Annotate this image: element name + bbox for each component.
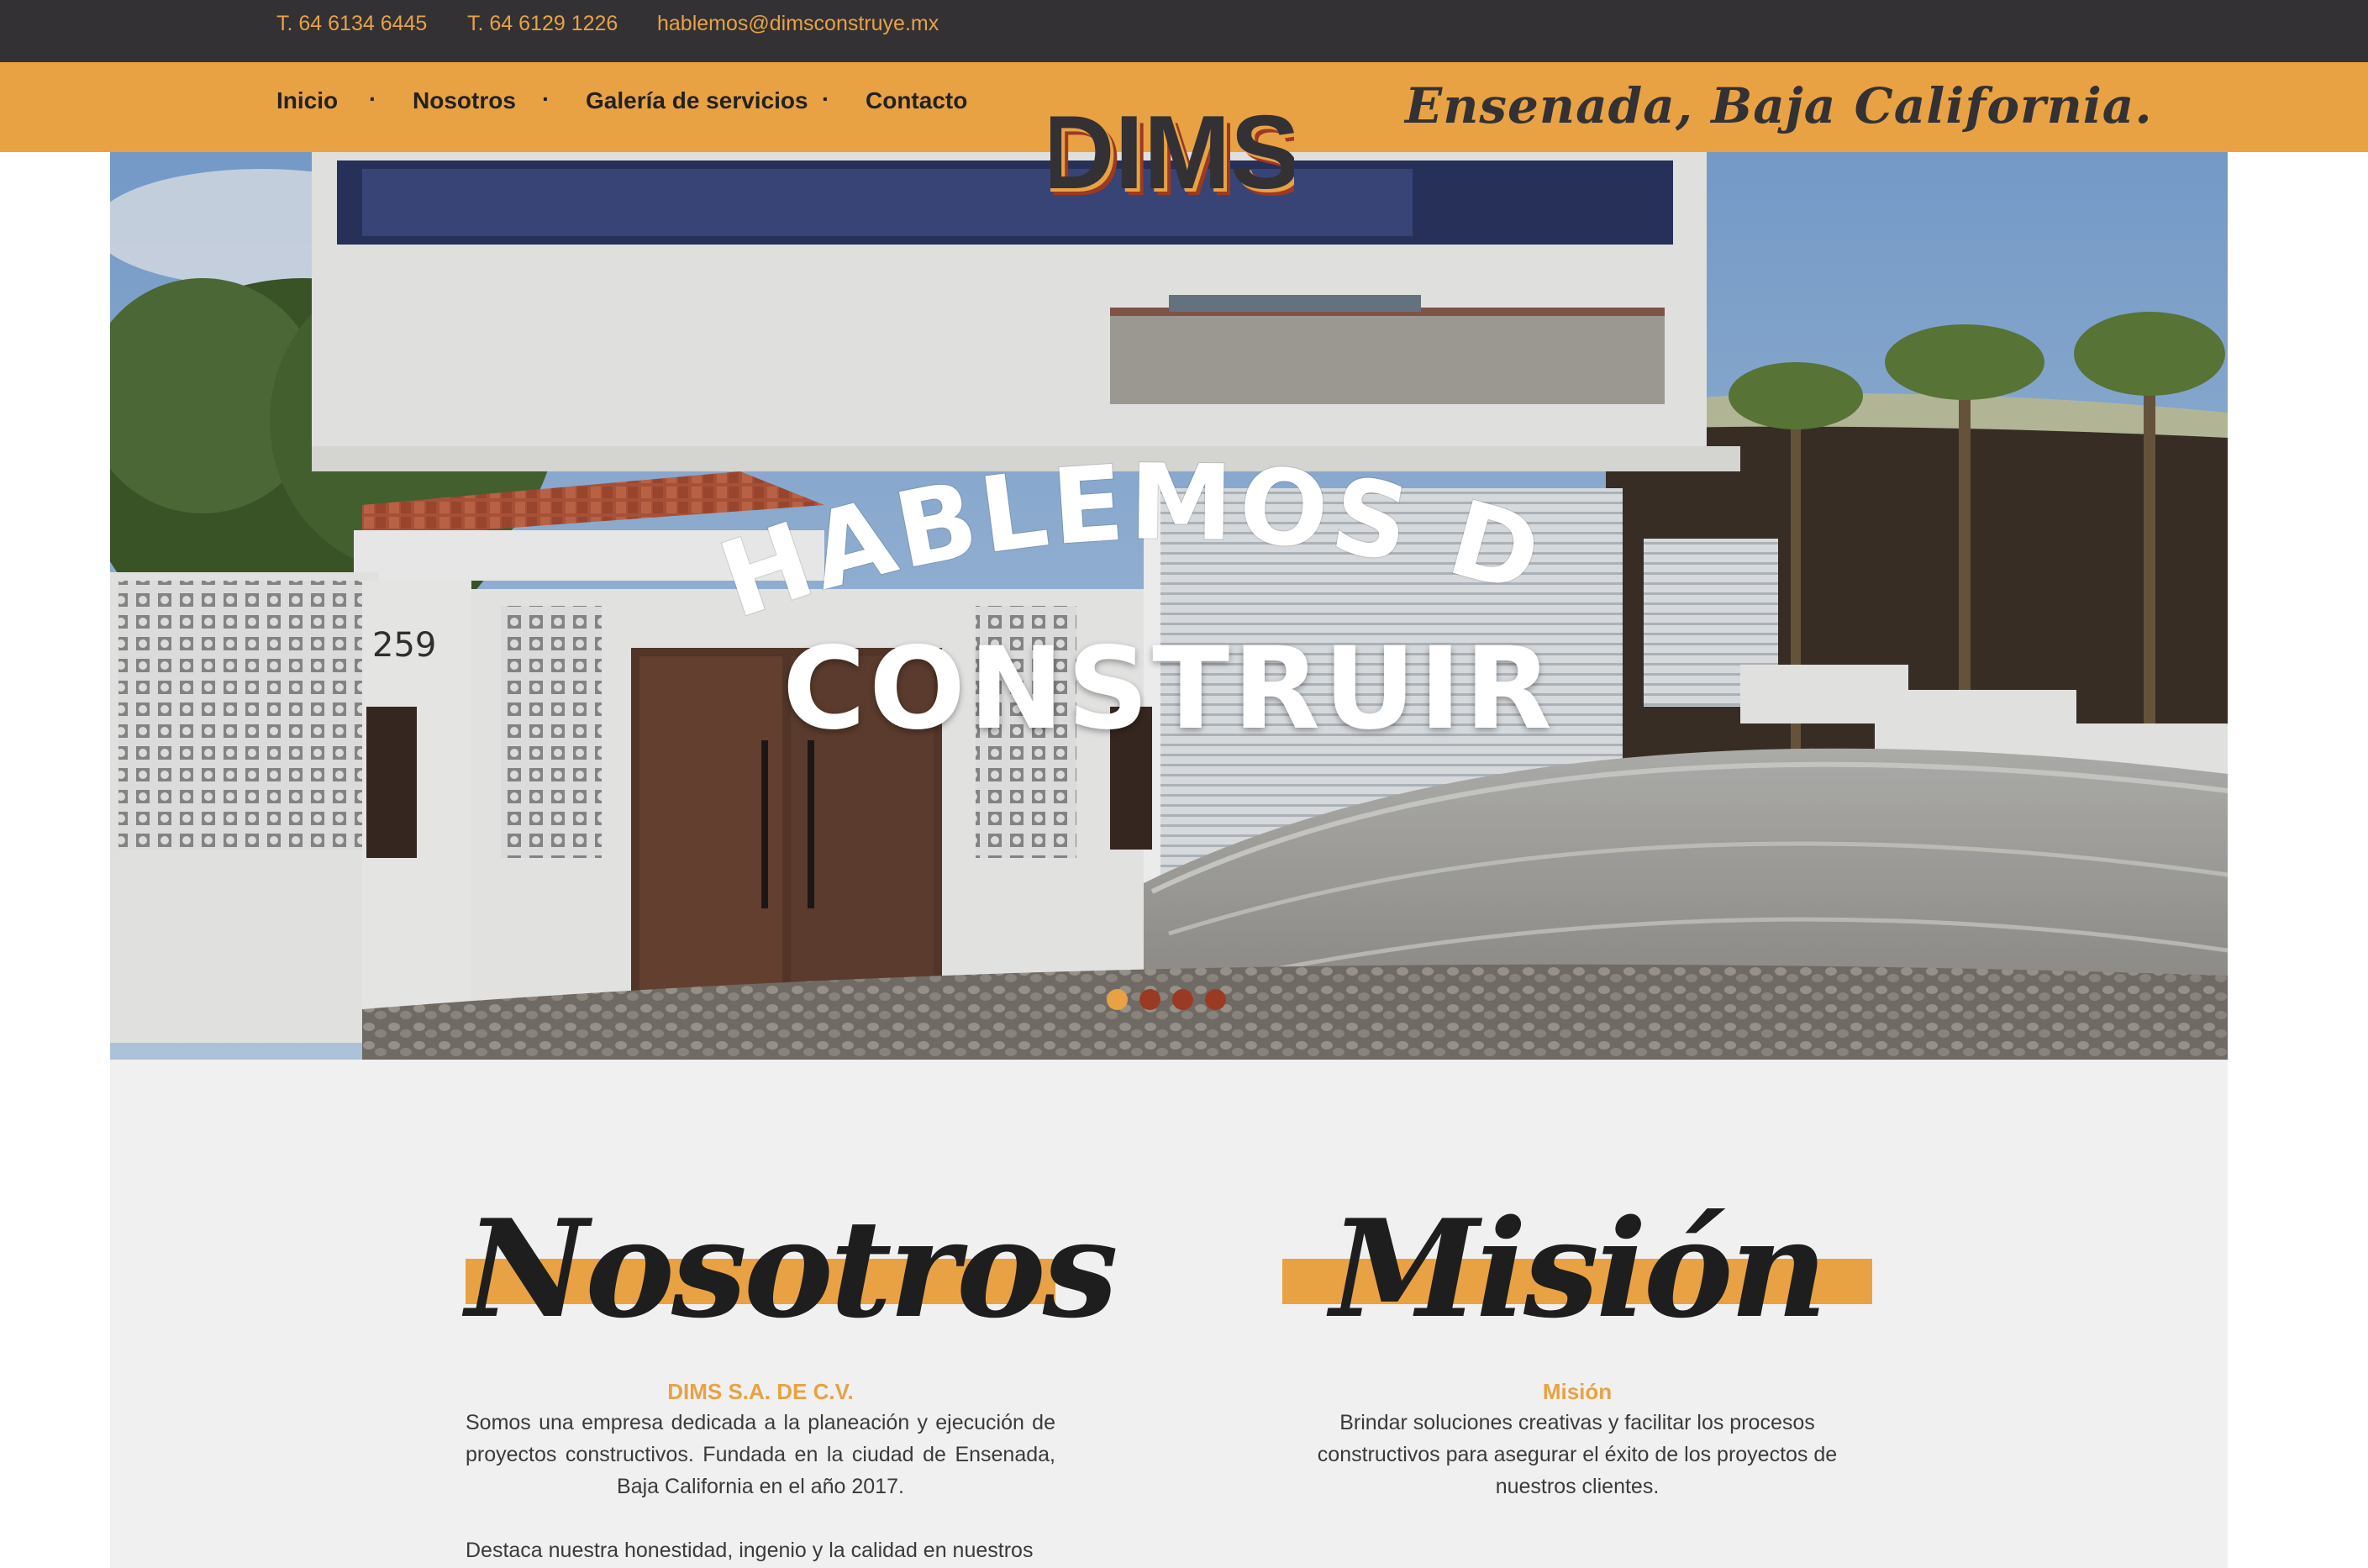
phone-1[interactable]: T. 64 6134 6445	[276, 12, 427, 36]
hero-slider[interactable]: 259 HABLEMOS DE CONSTRUIR	[110, 152, 2228, 1060]
logo-text: DIMS	[1050, 99, 1294, 211]
about-column: Nosotros DIMS S.A. DE C.V. Somos una emp…	[466, 1060, 1118, 1566]
nav-nosotros[interactable]: Nosotros	[413, 87, 516, 114]
mission-paragraph: Brindar soluciones creativas y facilitar…	[1317, 1411, 1838, 1498]
nav-separator: ·	[822, 86, 830, 112]
email-link[interactable]: hablemos@dimsconstruye.mx	[657, 12, 939, 36]
slider-dot-2[interactable]	[1139, 989, 1160, 1010]
slider-dot-3[interactable]	[1172, 989, 1193, 1010]
about-heading: Nosotros	[466, 1060, 1118, 1354]
mission-column: Misión Misión Brindar soluciones creativ…	[1282, 1060, 1872, 1502]
location-tagline: Ensenada, Baja California.	[1405, 77, 2153, 134]
info-section: Nosotros DIMS S.A. DE C.V. Somos una emp…	[110, 1060, 2228, 1568]
about-paragraph-2: Destaca nuestra honestidad, ingenio y la…	[466, 1539, 1034, 1562]
top-contact-bar: T. 64 6134 6445 T. 64 6129 1226 hablemos…	[0, 0, 2368, 62]
nav-separator: ·	[369, 86, 377, 112]
company-name: DIMS S.A. DE C.V.	[667, 1379, 854, 1404]
mission-heading: Misión	[1282, 1060, 1872, 1354]
hero-house-image: 259	[110, 152, 2228, 1060]
nav-contacto[interactable]: Contacto	[866, 87, 967, 114]
about-paragraph-1: Somos una empresa dedicada a la planeaci…	[466, 1411, 1055, 1498]
nav-inicio[interactable]: Inicio	[276, 87, 338, 114]
slider-pagination	[1107, 989, 1238, 1011]
nav-separator: ·	[542, 86, 550, 112]
about-title: Nosotros	[466, 1190, 1118, 1348]
phone-2[interactable]: T. 64 6129 1226	[467, 12, 618, 36]
mission-title: Misión	[1330, 1190, 1828, 1348]
dims-logo[interactable]: DIMS DIMS DIMS	[1050, 99, 1294, 217]
slider-dot-1[interactable]	[1107, 989, 1128, 1010]
mission-subtitle: Misión	[1542, 1379, 1613, 1404]
hero-heading-line2: CONSTRUIR	[782, 623, 1555, 755]
slider-dot-4[interactable]	[1205, 989, 1226, 1010]
nav-galeria[interactable]: Galería de servicios	[586, 87, 808, 114]
